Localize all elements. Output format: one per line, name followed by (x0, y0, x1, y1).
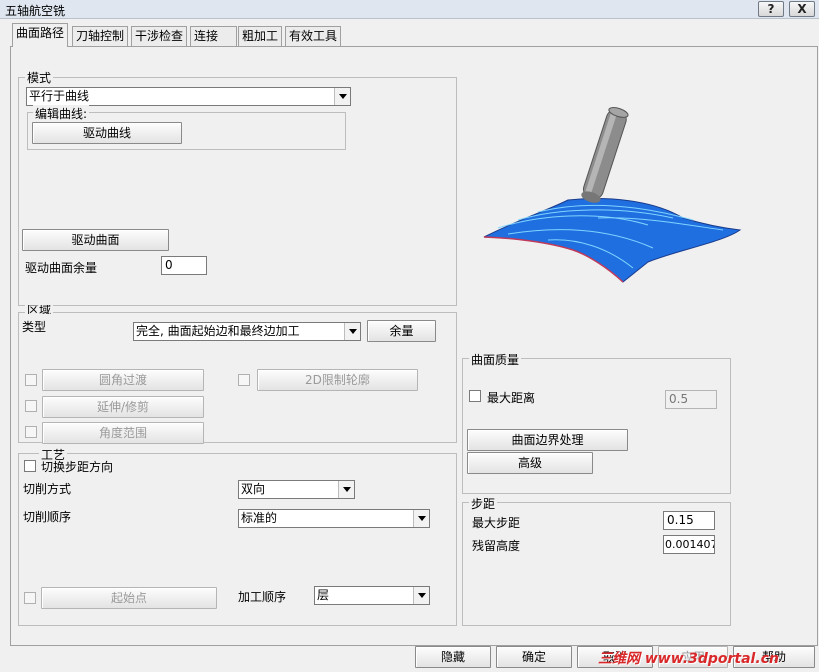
hide-button[interactable]: 隐藏 (415, 646, 491, 668)
extend-trim-button[interactable]: 延伸/修剪 (42, 396, 204, 418)
drive-surface-allowance-input[interactable]: 0 (161, 256, 207, 275)
cut-method-label: 切削方式 (23, 482, 72, 496)
drive-surface-allowance-label: 驱动曲面余量 (25, 261, 98, 275)
max-stepover-input[interactable]: 0.15 (663, 511, 715, 530)
cut-order-select[interactable]: 标准的 (238, 509, 430, 528)
region-group-title: 区域 (25, 305, 54, 314)
max-distance-checkbox[interactable] (469, 390, 481, 402)
fillet-button[interactable]: 圆角过渡 (42, 369, 204, 391)
tab-utilities[interactable]: 有效工具 (285, 26, 342, 46)
tab-tool-axis-control[interactable]: 刀轴控制 (72, 26, 129, 46)
region-type-select-value: 完全, 曲面起始边和最终边加工 (136, 324, 300, 338)
cut-method-select-value: 双向 (241, 482, 266, 496)
mode-group-title: 模式 (25, 69, 54, 86)
angle-range-button[interactable]: 角度范围 (42, 422, 204, 444)
region-type-select[interactable]: 完全, 曲面起始边和最终边加工 (133, 322, 361, 341)
max-distance-input[interactable]: 0.5 (665, 390, 717, 409)
surface-preview-image (483, 107, 742, 283)
advanced-button[interactable]: 高级 (467, 452, 593, 474)
close-title-button[interactable]: X (789, 1, 815, 17)
switch-stepover-checkbox[interactable] (24, 460, 36, 472)
chevron-down-icon (413, 587, 429, 604)
mode-select-value: 平行于曲线 (29, 89, 90, 103)
stepover-group-title: 步距 (469, 495, 498, 512)
chevron-down-icon (344, 323, 360, 340)
max-stepover-label: 最大步距 (472, 516, 521, 530)
cut-order-select-value: 标准的 (241, 511, 278, 525)
start-point-checkbox[interactable] (24, 592, 36, 604)
tab-surface-path[interactable]: 曲面路径 (12, 23, 69, 47)
machining-order-select-value: 层 (317, 588, 330, 602)
machining-order-select[interactable]: 层 (314, 586, 430, 605)
switch-stepover-label: 切换步距方向 (41, 460, 114, 474)
drive-curve-button[interactable]: 驱动曲线 (32, 122, 182, 144)
contour-2d-checkbox[interactable] (238, 374, 250, 386)
chevron-down-icon (334, 88, 350, 105)
cut-order-label: 切削顺序 (23, 510, 72, 524)
edit-curve-title: 编辑曲线: (33, 105, 90, 122)
start-point-button[interactable]: 起始点 (41, 587, 217, 609)
contour-2d-button[interactable]: 2D限制轮廓 (257, 369, 418, 391)
watermark-logo: 三维网 www.3dportal.cn (598, 651, 779, 667)
help-title-button[interactable]: ? (758, 1, 784, 17)
chevron-down-icon (338, 481, 354, 498)
window-title: 五轴航空铣 (5, 4, 66, 18)
allowance-button[interactable]: 余量 (367, 320, 436, 342)
max-distance-label: 最大距离 (487, 391, 536, 405)
surface-quality-group-title: 曲面质量 (469, 351, 522, 368)
scallop-height-input[interactable]: 0.001407 (663, 535, 715, 554)
angle-range-checkbox[interactable] (25, 426, 37, 438)
machining-order-label: 加工顺序 (238, 590, 287, 604)
cut-method-select[interactable]: 双向 (238, 480, 355, 499)
drive-surface-button[interactable]: 驱动曲面 (22, 229, 169, 251)
title-bar (0, 0, 819, 19)
scallop-height-label: 残留高度 (472, 539, 521, 553)
chevron-down-icon (413, 510, 429, 527)
tab-collision-check[interactable]: 干涉检查 (131, 26, 188, 46)
region-type-label: 类型 (22, 320, 47, 334)
edge-handling-button[interactable]: 曲面边界处理 (467, 429, 628, 451)
fillet-checkbox[interactable] (25, 374, 37, 386)
tab-roughing[interactable]: 粗加工 (238, 26, 283, 46)
extend-trim-checkbox[interactable] (25, 400, 37, 412)
mode-select[interactable]: 平行于曲线 (26, 87, 351, 106)
ok-button[interactable]: 确定 (496, 646, 572, 668)
tab-link[interactable]: 连接 (190, 26, 237, 46)
